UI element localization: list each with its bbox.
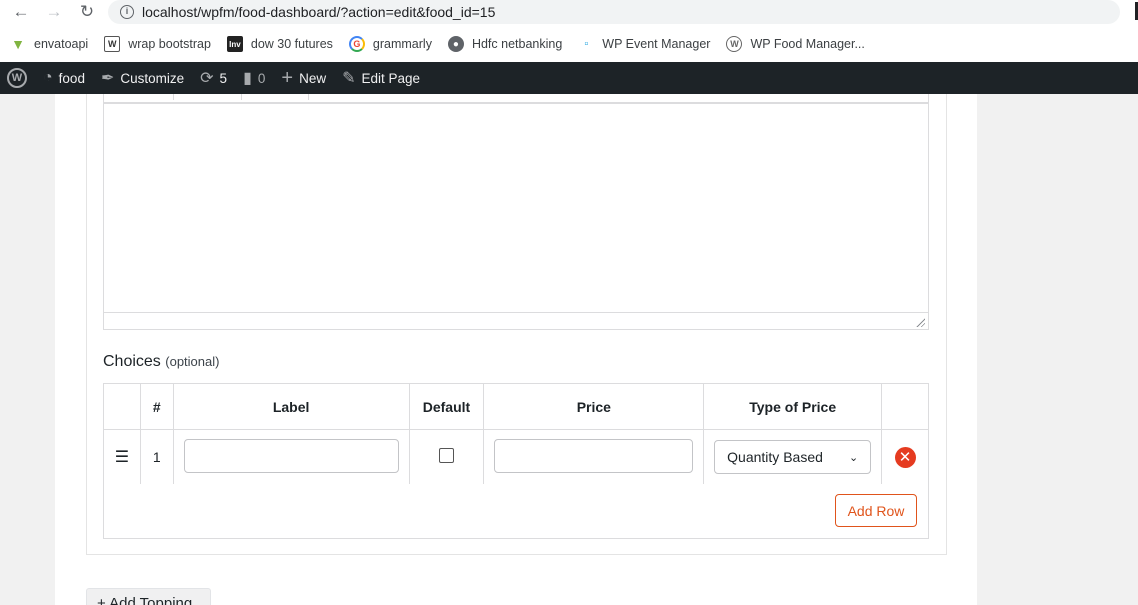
column-header-label: Label bbox=[172, 383, 410, 430]
row-index: 1 bbox=[139, 429, 174, 485]
wrap-bootstrap-icon: W bbox=[104, 36, 121, 52]
column-header-index: # bbox=[139, 383, 174, 430]
table-header-row: # Label Default Price Type of Price bbox=[103, 383, 929, 430]
wordpress-logo-icon: W bbox=[7, 68, 27, 88]
label-input[interactable] bbox=[183, 438, 399, 473]
envato-icon: ▼ bbox=[11, 36, 25, 52]
table-footer: Add Row bbox=[103, 484, 929, 539]
updates-icon: ⟳ bbox=[200, 70, 214, 87]
bookmark-label: dow 30 futures bbox=[250, 37, 333, 51]
edit-page-label: Edit Page bbox=[361, 70, 421, 86]
type-of-price-cell: Quantity Based ⌄ bbox=[703, 429, 883, 485]
updates-link[interactable]: ⟳ 5 bbox=[192, 62, 235, 94]
column-header-default: Default bbox=[408, 383, 485, 430]
browser-address-bar: ← → ↻ i localhost/wpfm/food-dashboard/?a… bbox=[0, 0, 1138, 26]
pencil-icon: ✎ bbox=[342, 70, 356, 87]
label-cell bbox=[172, 429, 410, 485]
drag-handle-icon[interactable]: ☰ bbox=[115, 449, 129, 466]
bookmark-hdfc-netbanking[interactable]: ● Hdfc netbanking bbox=[447, 36, 563, 52]
price-cell bbox=[483, 429, 705, 485]
customize-label: Customize bbox=[120, 70, 185, 86]
bookmarks-bar: ▼ envatoapi W wrap bootstrap Inv dow 30 … bbox=[0, 26, 1138, 62]
url-text: localhost/wpfm/food-dashboard/?action=ed… bbox=[142, 4, 496, 20]
remove-cell: ✕ bbox=[881, 429, 929, 485]
globe-icon: ● bbox=[447, 36, 464, 52]
reload-icon[interactable]: ↻ bbox=[75, 1, 99, 23]
new-label: New bbox=[299, 70, 327, 86]
plus-icon: + bbox=[281, 66, 294, 89]
wp-logo-menu[interactable]: W bbox=[0, 62, 35, 94]
column-header-type-of-price: Type of Price bbox=[703, 383, 883, 430]
remove-column-header bbox=[881, 383, 929, 430]
drag-column-header bbox=[103, 383, 141, 430]
resize-handle-icon[interactable] bbox=[915, 317, 925, 327]
chevron-down-icon: ⌄ bbox=[848, 451, 859, 464]
price-input[interactable] bbox=[494, 438, 694, 473]
customize-link[interactable]: ✒ Customize bbox=[93, 62, 192, 94]
editor-statusbar bbox=[104, 312, 928, 329]
optional-label: (optional) bbox=[165, 354, 220, 369]
bookmark-dow-30-futures[interactable]: Inv dow 30 futures bbox=[226, 36, 333, 52]
editor-toolbar bbox=[104, 94, 928, 104]
wp-event-icon: ▫ bbox=[584, 38, 589, 50]
wordpress-icon: W bbox=[726, 36, 743, 52]
bookmark-wp-event-manager[interactable]: ▫ WP Event Manager bbox=[578, 36, 710, 52]
bookmark-label: Hdfc netbanking bbox=[471, 37, 563, 51]
info-icon[interactable]: i bbox=[120, 5, 134, 19]
add-row-button[interactable]: Add Row bbox=[835, 494, 917, 527]
bookmark-label: WP Event Manager bbox=[602, 37, 711, 51]
toolbar-separator bbox=[241, 94, 242, 100]
toolbar-separator bbox=[308, 94, 309, 100]
bookmark-label: WP Food Manager... bbox=[750, 37, 865, 51]
bookmark-label: wrap bootstrap bbox=[128, 37, 211, 51]
choices-table: # Label Default Price Type of Price ☰ 1 bbox=[103, 383, 929, 485]
forward-arrow-icon[interactable]: → bbox=[42, 1, 66, 23]
bookmark-envatoapi[interactable]: ▼ envatoapi bbox=[10, 36, 88, 52]
edit-page-link[interactable]: ✎ Edit Page bbox=[334, 62, 428, 94]
updates-count: 5 bbox=[219, 70, 228, 86]
new-content-menu[interactable]: + New bbox=[273, 62, 334, 94]
grammarly-icon: G bbox=[348, 36, 365, 52]
toolbar-separator bbox=[173, 94, 174, 100]
bookmark-label: grammarly bbox=[372, 37, 432, 51]
comments-count: 0 bbox=[257, 70, 266, 86]
wp-admin-bar: W ◔ food ✒ Customize ⟳ 5 ▮ 0 + New ✎ Edi… bbox=[0, 62, 1138, 94]
bookmark-wp-food-manager[interactable]: W WP Food Manager... bbox=[726, 36, 865, 52]
default-checkbox[interactable] bbox=[438, 448, 454, 463]
back-arrow-icon[interactable]: ← bbox=[9, 1, 33, 23]
drag-handle-cell[interactable]: ☰ bbox=[103, 429, 141, 485]
bookmark-label: envatoapi bbox=[34, 37, 89, 51]
table-row: ☰ 1 Quantity Based ⌄ ✕ bbox=[103, 429, 929, 485]
comments-link[interactable]: ▮ 0 bbox=[235, 62, 273, 94]
investing-icon: Inv bbox=[226, 36, 243, 52]
url-field[interactable]: i localhost/wpfm/food-dashboard/?action=… bbox=[108, 0, 1120, 24]
remove-row-icon[interactable]: ✕ bbox=[894, 446, 916, 468]
site-name-menu[interactable]: ◔ food bbox=[35, 62, 93, 94]
site-name: food bbox=[58, 70, 85, 86]
column-header-price: Price bbox=[483, 383, 705, 430]
comment-icon: ▮ bbox=[243, 70, 252, 87]
description-editor[interactable] bbox=[103, 94, 929, 330]
choices-title: Choices bbox=[103, 353, 161, 370]
dashboard-icon: ◔ bbox=[43, 69, 53, 86]
choices-heading: Choices (optional) bbox=[103, 353, 219, 371]
bookmark-grammarly[interactable]: G grammarly bbox=[348, 36, 432, 52]
price-type-select[interactable]: Quantity Based ⌄ bbox=[714, 440, 872, 474]
brush-icon: ✒ bbox=[100, 70, 115, 87]
price-type-value: Quantity Based bbox=[727, 449, 823, 465]
bookmark-wrap-bootstrap[interactable]: W wrap bootstrap bbox=[104, 36, 211, 52]
default-cell bbox=[408, 429, 485, 485]
add-topping-button[interactable]: + Add Topping bbox=[86, 588, 211, 605]
